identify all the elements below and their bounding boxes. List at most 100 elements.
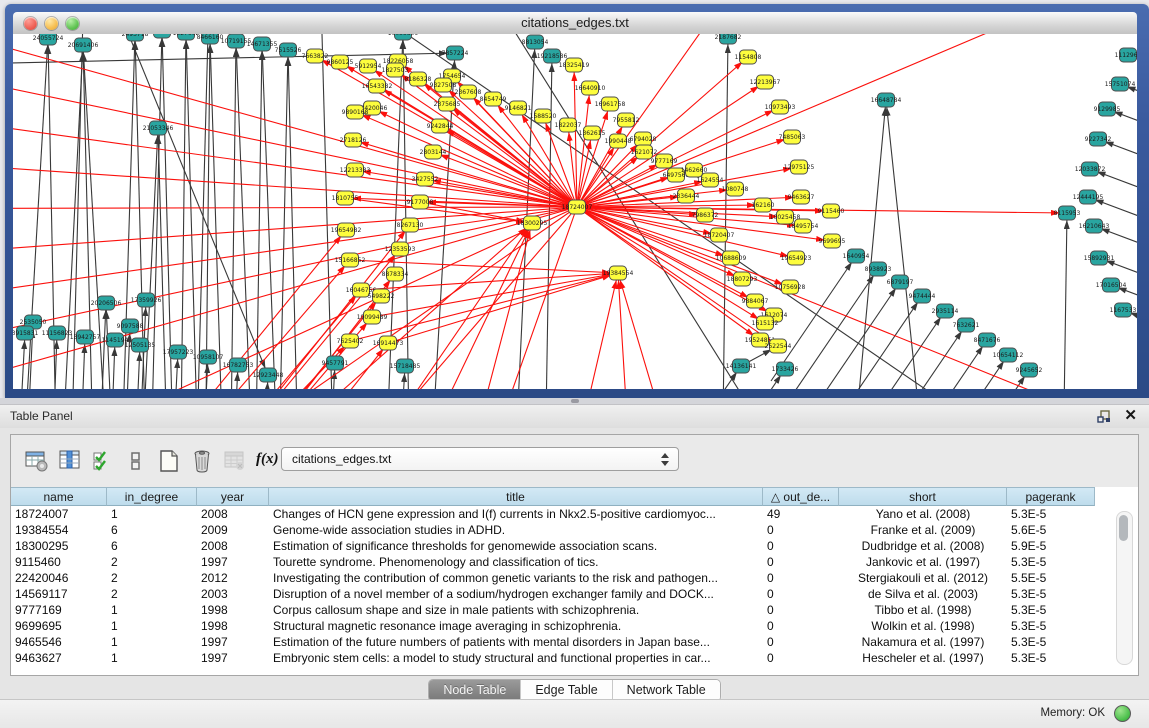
graph-node[interactable]: 1362615 bbox=[579, 126, 606, 140]
graph-node[interactable]: 15718485 bbox=[390, 359, 421, 373]
graph-node[interactable]: 16961758 bbox=[595, 97, 626, 111]
graph-node[interactable]: 6879197 bbox=[887, 275, 914, 289]
table-row[interactable]: 946362711997Embryonic stem cells: a mode… bbox=[11, 650, 1116, 666]
graph-node[interactable]: 16914473 bbox=[373, 336, 404, 350]
tab-node-table[interactable]: Node Table bbox=[429, 680, 521, 701]
graph-node[interactable]: 7857224 bbox=[442, 46, 469, 60]
table-row[interactable]: 1830029562008Estimation of significance … bbox=[11, 538, 1116, 554]
graph-node[interactable]: 15166852 bbox=[335, 253, 366, 267]
graph-node[interactable]: 1112964 bbox=[1115, 48, 1137, 62]
graph-node[interactable]: 24055724 bbox=[33, 34, 64, 45]
graph-node[interactable]: 19384554 bbox=[603, 266, 634, 280]
panel-divider[interactable] bbox=[0, 398, 1149, 405]
graph-node[interactable]: 2935114 bbox=[932, 304, 959, 318]
graph-node[interactable]: 9146821 bbox=[505, 101, 532, 115]
graph-node[interactable]: 17016504 bbox=[1096, 278, 1127, 292]
graph-node[interactable]: 19218586 bbox=[537, 49, 568, 63]
graph-node[interactable]: 20206506 bbox=[91, 296, 122, 310]
graph-node[interactable]: 8466160 bbox=[197, 34, 224, 44]
graph-node[interactable]: 10756928 bbox=[775, 280, 806, 294]
select-column-icon[interactable] bbox=[58, 449, 82, 473]
column-header-in-degree[interactable]: in_degree bbox=[107, 487, 197, 506]
graph-node[interactable]: 12033872 bbox=[1075, 162, 1106, 176]
graph-node[interactable]: 20691406 bbox=[68, 38, 99, 52]
column-header-year[interactable]: year bbox=[197, 487, 269, 506]
graph-node[interactable]: 18720407 bbox=[704, 228, 735, 242]
table-row[interactable]: 1872400712008Changes of HCN gene express… bbox=[11, 506, 1116, 522]
table-row[interactable]: 1456911722003Disruption of a novel membe… bbox=[11, 586, 1116, 602]
graph-node[interactable]: 10654112 bbox=[993, 348, 1024, 362]
graph-node[interactable]: 7485063 bbox=[779, 130, 806, 144]
column-header-short[interactable]: short bbox=[839, 487, 1007, 506]
graph-node[interactable]: 9129985 bbox=[1094, 102, 1121, 116]
graph-node[interactable]: 8813054 bbox=[522, 35, 549, 49]
table-settings-icon[interactable] bbox=[25, 449, 49, 473]
graph-node[interactable]: 8115953 bbox=[1054, 206, 1081, 220]
graph-node[interactable]: 2718126 bbox=[340, 133, 367, 147]
graph-node[interactable]: 7986372 bbox=[692, 208, 719, 222]
graph-node[interactable]: 14671355 bbox=[247, 37, 278, 51]
memory-status-indicator[interactable] bbox=[1114, 705, 1131, 722]
graph-node[interactable]: 1822037 bbox=[555, 118, 582, 132]
graph-node[interactable]: 9245652 bbox=[1016, 363, 1043, 377]
graph-node[interactable]: 12975125 bbox=[784, 160, 815, 174]
table-row[interactable]: 2242004622012Investigating the contribut… bbox=[11, 570, 1116, 586]
graph-node[interactable]: 9860125 bbox=[327, 55, 354, 69]
close-panel-icon[interactable]: ✕ bbox=[1124, 408, 1137, 424]
table-vertical-scrollbar[interactable] bbox=[1116, 511, 1133, 665]
table-row[interactable]: 911546021997Tourette syndrome. Phenomeno… bbox=[11, 554, 1116, 570]
graph-node[interactable]: 2803144 bbox=[420, 145, 447, 159]
network-canvas[interactable]: 24055724 20691406 2493718 10655287 15276… bbox=[13, 34, 1137, 389]
tab-edge-table[interactable]: Edge Table bbox=[521, 680, 612, 701]
graph-node[interactable]: 8454749 bbox=[480, 92, 507, 106]
graph-node[interactable]: 7515526 bbox=[275, 43, 302, 57]
table-row[interactable]: 1938455462009Genome-wide association stu… bbox=[11, 522, 1116, 538]
scrollbar-thumb[interactable] bbox=[1119, 515, 1128, 541]
graph-node[interactable]: 1810755 bbox=[332, 191, 359, 205]
graph-node[interactable]: 1154808 bbox=[735, 50, 762, 64]
table-select[interactable]: citations_edges.txt bbox=[281, 447, 679, 471]
table-row[interactable]: 977716911998Corpus callosum shape and si… bbox=[11, 602, 1116, 618]
table-row[interactable]: 969969511998Structural magnetic resonanc… bbox=[11, 618, 1116, 634]
graph-node[interactable]: 8878334 bbox=[382, 267, 409, 281]
graph-node[interactable]: 3427552 bbox=[412, 172, 439, 186]
column-header-name[interactable]: name bbox=[11, 487, 107, 506]
graph-node[interactable]: 1167533 bbox=[1110, 303, 1137, 317]
graph-node[interactable]: 19099489 bbox=[357, 310, 388, 324]
graph-node[interactable]: 2493718 bbox=[122, 34, 149, 41]
graph-node[interactable]: 1527602 bbox=[173, 34, 200, 40]
graph-node[interactable]: 16640910 bbox=[575, 81, 606, 95]
graph-node[interactable]: 9115460 bbox=[818, 204, 845, 218]
graph-node[interactable]: 19654923 bbox=[781, 251, 812, 265]
graph-node[interactable]: 7632621 bbox=[953, 318, 980, 332]
graph-node[interactable]: 17359926 bbox=[131, 293, 162, 307]
window-titlebar[interactable]: citations_edges.txt bbox=[13, 12, 1137, 35]
graph-node[interactable]: 6794028 bbox=[630, 132, 657, 146]
trash-icon[interactable] bbox=[190, 449, 214, 473]
graph-node[interactable]: 1640954 bbox=[843, 249, 870, 263]
graph-node[interactable]: 9474444 bbox=[909, 289, 936, 303]
tab-network-table[interactable]: Network Table bbox=[613, 680, 720, 701]
graph-node[interactable]: 14136141 bbox=[726, 359, 757, 373]
column-header-pagerank[interactable]: pagerank bbox=[1007, 487, 1095, 506]
graph-node[interactable]: 15751074 bbox=[1105, 77, 1136, 91]
graph-node[interactable]: 2336444 bbox=[673, 189, 700, 203]
graph-node[interactable]: 2187682 bbox=[715, 34, 742, 44]
select-rows-icon[interactable] bbox=[91, 449, 115, 473]
graph-node[interactable]: 8186328 bbox=[405, 72, 432, 86]
graph-node[interactable]: 9463627 bbox=[788, 190, 815, 204]
graph-node[interactable]: 10958107 bbox=[193, 350, 224, 364]
table-row[interactable]: 946554611997Estimation of the future num… bbox=[11, 634, 1116, 650]
graph-node[interactable]: 18325419 bbox=[559, 58, 590, 72]
graph-node[interactable]: 15892931 bbox=[1084, 251, 1115, 265]
graph-node[interactable]: 16210643 bbox=[1079, 219, 1110, 233]
graph-node[interactable]: 162160 bbox=[752, 198, 775, 212]
graph-node[interactable]: 5912954 bbox=[355, 59, 382, 73]
new-document-icon[interactable] bbox=[157, 449, 181, 473]
graph-node[interactable]: 8471676 bbox=[974, 333, 1001, 347]
graph-node[interactable]: 18300295 bbox=[517, 216, 548, 230]
graph-node[interactable]: 17957223 bbox=[163, 345, 194, 359]
graph-node[interactable]: 2367608 bbox=[455, 85, 482, 99]
graph-node[interactable]: 12444195 bbox=[1073, 190, 1104, 204]
graph-node[interactable]: 12213967 bbox=[750, 75, 781, 89]
